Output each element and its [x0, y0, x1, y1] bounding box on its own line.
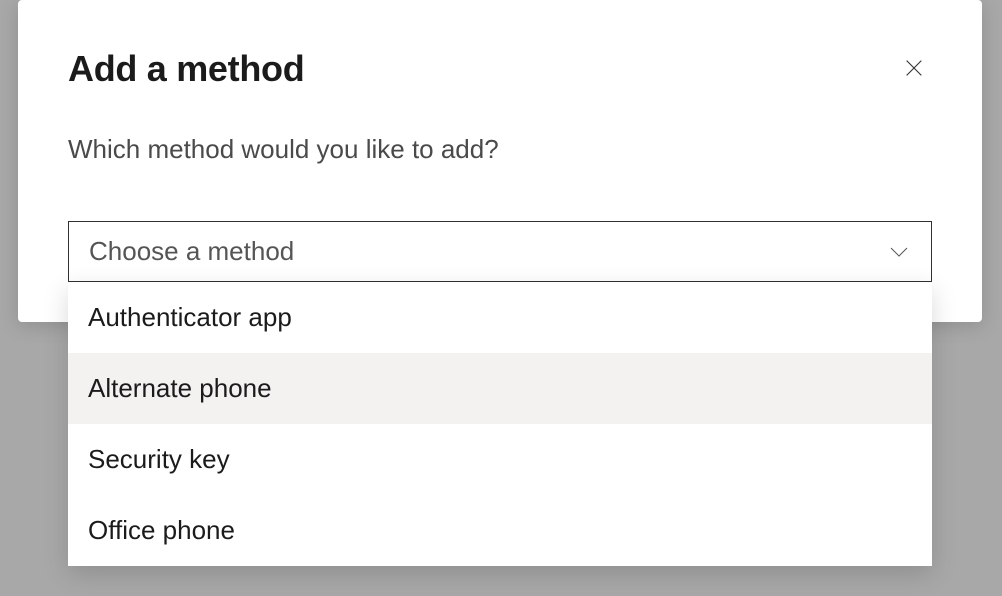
method-option[interactable]: Alternate phone: [68, 353, 932, 424]
method-select-placeholder: Choose a method: [89, 236, 294, 267]
method-select-wrapper: Choose a method Authenticator appAlterna…: [68, 221, 932, 282]
close-button[interactable]: [896, 50, 932, 86]
dialog-subtitle: Which method would you like to add?: [68, 134, 932, 165]
add-method-dialog: Add a method Which method would you like…: [18, 0, 982, 322]
close-icon: [903, 57, 925, 79]
method-option[interactable]: Security key: [68, 424, 932, 495]
dialog-header: Add a method: [68, 48, 932, 90]
method-option[interactable]: Office phone: [68, 495, 932, 566]
method-dropdown: Authenticator appAlternate phoneSecurity…: [68, 282, 932, 566]
method-option[interactable]: Authenticator app: [68, 282, 932, 353]
method-select[interactable]: Choose a method: [68, 221, 932, 282]
chevron-down-icon: [887, 240, 911, 264]
dialog-title: Add a method: [68, 48, 304, 90]
